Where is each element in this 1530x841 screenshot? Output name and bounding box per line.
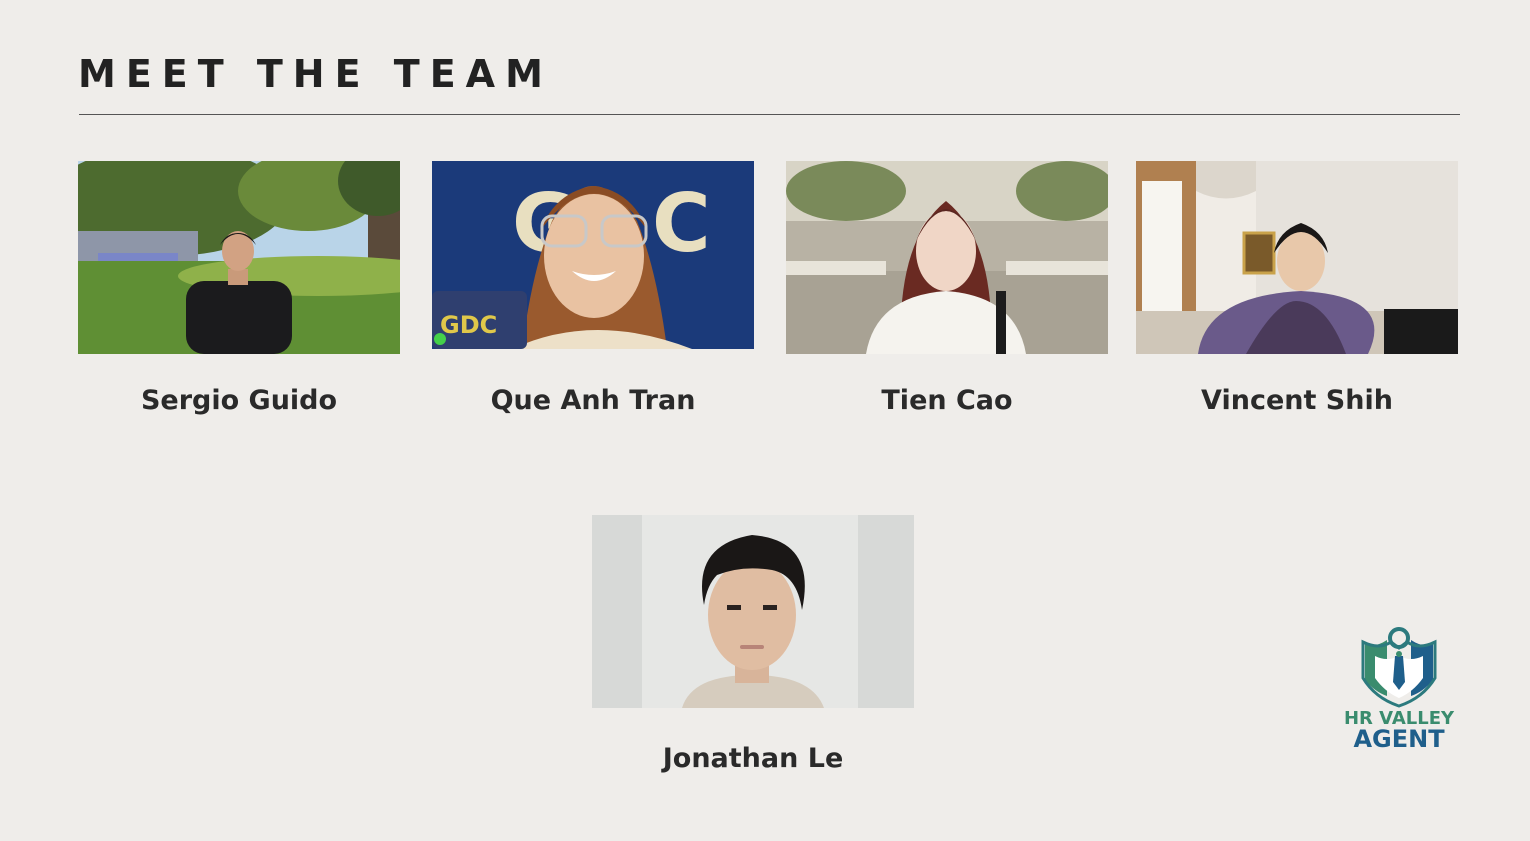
team-member-card: Jonathan Le [592,515,914,774]
member-name: Sergio Guido [140,385,338,416]
team-member-card: Sergio Guido [78,161,400,416]
member-name: Jonathan Le [662,743,844,774]
member-photo: G C GDC [432,161,754,349]
hr-valley-agent-logo: HR VALLEY AGENT [1335,626,1463,756]
title-divider [79,114,1460,115]
member-photo [78,161,400,354]
shield-icon [1361,627,1437,708]
team-member-card: Vincent Shih [1136,161,1458,416]
member-photo [1136,161,1458,354]
member-name: Vincent Shih [1201,385,1393,416]
svg-text:C: C [652,177,711,270]
member-name: Que Anh Tran [490,385,696,416]
member-photo [786,161,1108,354]
member-name: Tien Cao [881,385,1013,416]
logo-text-line2: AGENT [1353,725,1445,753]
member-photo [592,515,914,708]
slide-title: MEET THE TEAM [78,52,553,96]
team-member-card: Tien Cao [786,161,1108,416]
svg-text:GDC: GDC [440,311,497,339]
team-member-card: G C GDC Que Anh Tran [432,161,754,416]
